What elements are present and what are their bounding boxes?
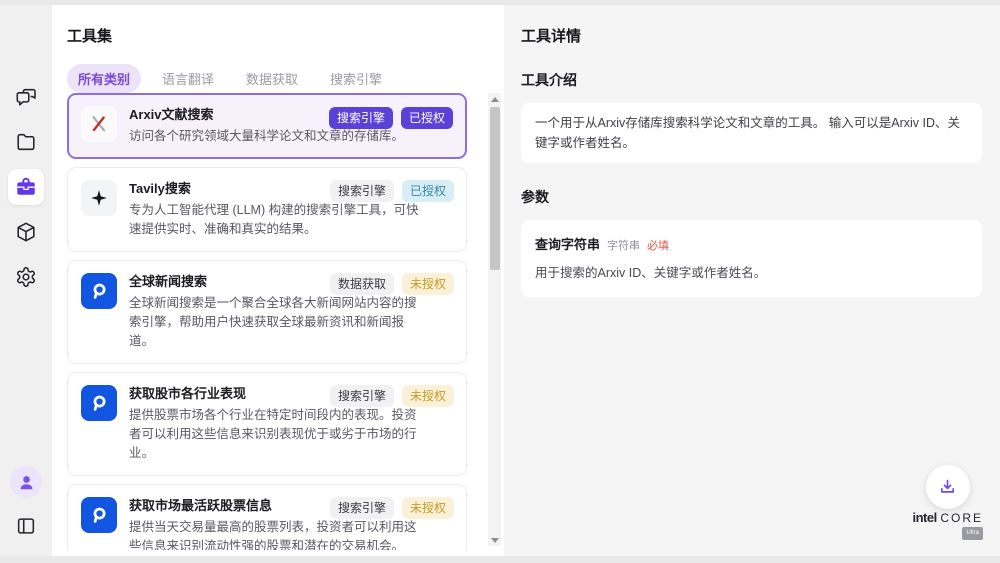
tab-all-categories[interactable]: 所有类别 [67,64,141,93]
tab-language-translation[interactable]: 语言翻译 [151,64,225,93]
auth-badge: 未授权 [402,385,454,407]
tool-card-arxiv[interactable]: Arxiv文献搜索 访问各个研究领域大量科学论文和文章的存储库。 搜索引擎 已授… [67,93,467,159]
tool-badges: 搜索引擎 已授权 [330,180,454,202]
sidebar-rail [0,5,52,556]
details-title: 工具详情 [521,25,982,46]
cube-icon [15,221,37,243]
param-desc: 用于搜索的Arxiv ID、关键字或作者姓名。 [535,262,968,281]
arxiv-x-icon [81,106,117,142]
param-required-badge: 必填 [647,237,669,253]
tool-badges: 搜索引擎 未授权 [330,497,454,519]
auth-badge: 已授权 [401,107,453,129]
params-heading: 参数 [521,187,982,207]
tool-badges: 数据获取 未授权 [330,273,454,295]
four-point-star-icon [81,180,117,216]
sidebar-item-settings[interactable] [8,259,44,295]
page-title: 工具集 [52,5,504,46]
scroll-down-button[interactable] [488,534,501,546]
intro-text: 一个用于从Arxiv存储库搜索科学论文和文章的工具。 输入可以是Arxiv ID… [535,113,968,153]
tool-list-panel: 工具集 所有类别 语言翻译 数据获取 搜索引擎 A [52,5,504,556]
category-badge: 搜索引擎 [330,497,394,519]
category-badge: 搜索引擎 [330,385,394,407]
panel-toggle-icon [15,515,37,537]
auth-badge: 未授权 [402,497,454,519]
intel-core-logo: intel CORE Ultra [912,512,983,540]
arrow-up-icon [491,97,499,102]
sidebar-item-cube[interactable] [8,214,44,250]
tab-search-engine[interactable]: 搜索引擎 [319,64,393,93]
category-badge: 数据获取 [330,273,394,295]
tool-list: Arxiv文献搜索 访问各个研究领域大量科学论文和文章的存储库。 搜索引擎 已授… [67,93,467,550]
q-search-icon [81,497,117,533]
brand-intel-text: intel [912,510,936,525]
intro-heading: 工具介绍 [521,70,982,90]
param-name: 查询字符串 [535,234,600,253]
category-badge: 搜索引擎 [329,107,393,129]
param-type: 字符串 [607,237,640,253]
scroll-up-button[interactable] [488,93,501,105]
category-badge: 搜索引擎 [330,180,394,202]
brand-core-text: CORE [940,511,983,525]
download-icon [937,477,958,498]
floating-corner: intel CORE Ultra [912,465,983,540]
sidebar-item-chat[interactable] [8,79,44,115]
tool-card-tavily[interactable]: Tavily搜索 专为人工智能代理 (LLM) 构建的搜索引擎工具，可快速提供实… [67,167,467,252]
tool-desc: 全球新闻搜索是一个聚合全球各大新闻网站内容的搜索引擎，帮助用户快速获取全球最新资… [129,294,423,351]
user-avatar[interactable] [10,466,42,498]
q-search-icon [81,273,117,309]
auth-badge: 未授权 [402,273,454,295]
tool-card-sector-performance[interactable]: 获取股市各行业表现 提供股票市场各个行业在特定时间段内的表现。投资者可以利用这些… [67,372,467,476]
tool-desc: 访问各个研究领域大量科学论文和文章的存储库。 [129,127,423,146]
category-tabs: 所有类别 语言翻译 数据获取 搜索引擎 [52,46,504,93]
tool-desc: 专为人工智能代理 (LLM) 构建的搜索引擎工具，可快速提供实时、准确和真实的结… [129,201,423,239]
toolbox-icon [15,176,37,198]
app-body: 工具集 所有类别 语言翻译 数据获取 搜索引擎 A [0,5,1000,556]
tool-badges: 搜索引擎 未授权 [330,385,454,407]
arrow-down-icon [491,538,499,543]
list-scrollbar[interactable] [488,93,501,546]
tool-badges: 搜索引擎 已授权 [329,107,453,129]
intro-card: 一个用于从Arxiv存储库搜索科学论文和文章的工具。 输入可以是Arxiv ID… [521,103,982,163]
auth-badge: 已授权 [402,180,454,202]
q-search-icon [81,385,117,421]
tool-desc: 提供股票市场各个行业在特定时间段内的表现。投资者可以利用这些信息来识别表现优于或… [129,406,423,463]
sidebar-item-toolbox[interactable] [8,169,44,205]
tool-details-panel: 工具详情 工具介绍 一个用于从Arxiv存储库搜索科学论文和文章的工具。 输入可… [504,5,1000,556]
folder-icon [15,131,37,153]
tool-desc: 提供当天交易量最高的股票列表，投资者可以利用这些信息来识别流动性强的股票和潜在的… [129,518,423,550]
user-icon [17,473,36,492]
settings-icon [15,266,37,288]
brand-ultra-badge: Ultra [962,527,983,540]
param-card: 查询字符串 字符串 必填 用于搜索的Arxiv ID、关键字或作者姓名。 [521,220,982,297]
param-header: 查询字符串 字符串 必填 [535,234,968,253]
tool-card-most-active-stocks[interactable]: 获取市场最活跃股票信息 提供当天交易量最高的股票列表，投资者可以利用这些信息来识… [67,484,467,550]
tool-card-global-news[interactable]: 全球新闻搜索 全球新闻搜索是一个聚合全球各大新闻网站内容的搜索引擎，帮助用户快速… [67,260,467,364]
panel-toggle-button[interactable] [8,508,44,544]
sidebar-item-folder[interactable] [8,124,44,160]
app-window: 工具集 所有类别 语言翻译 数据获取 搜索引擎 A [0,0,1000,563]
tab-data-fetch[interactable]: 数据获取 [235,64,309,93]
download-button[interactable] [926,465,970,509]
chat-icon [15,86,37,108]
scroll-thumb[interactable] [490,107,500,270]
